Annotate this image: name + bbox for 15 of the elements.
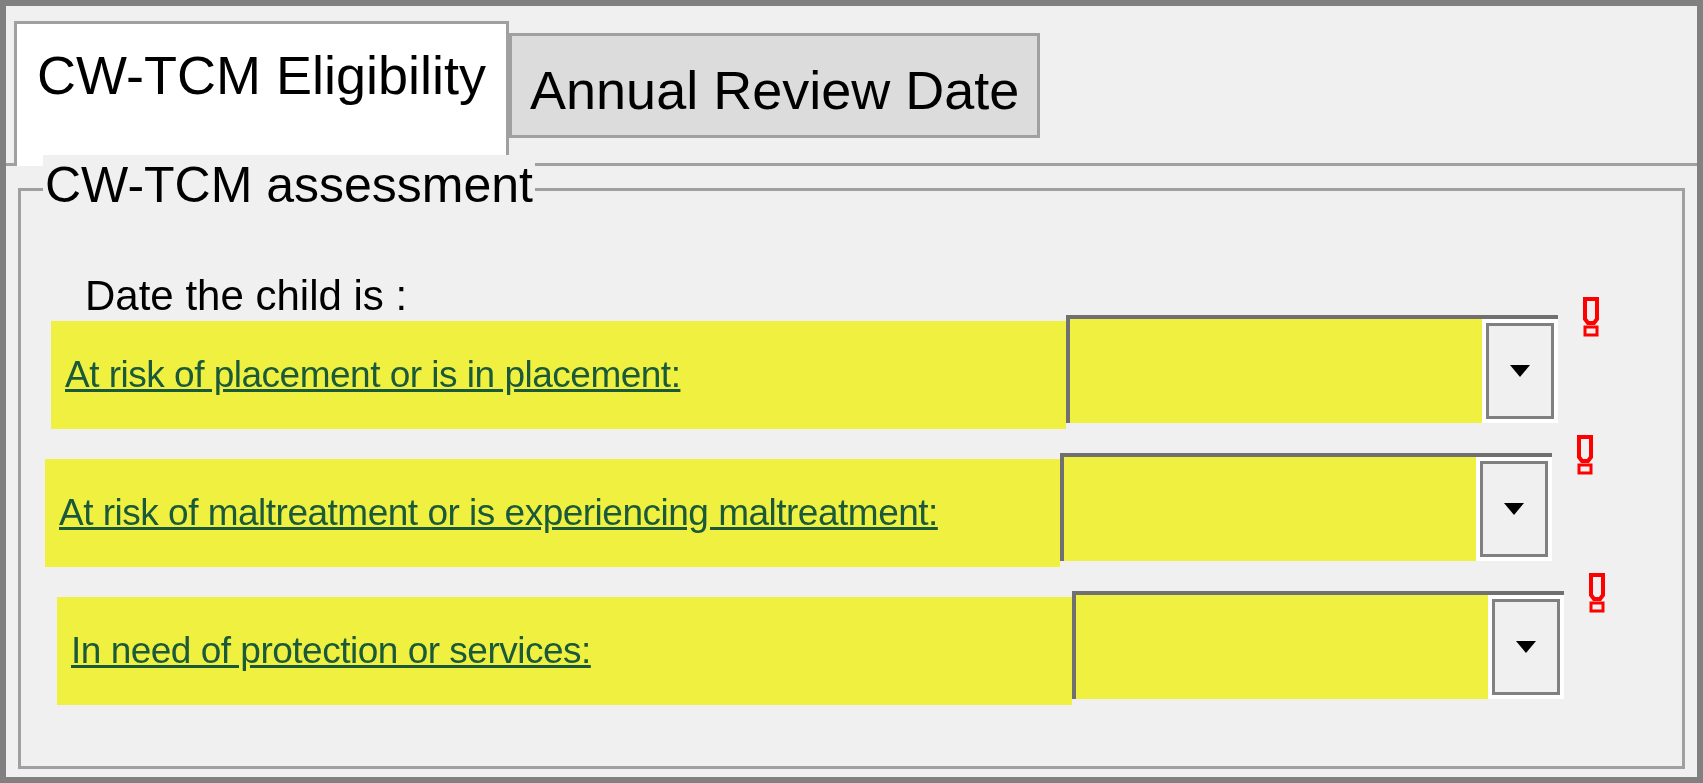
- dropdown-field[interactable]: [1066, 315, 1558, 423]
- dropdown-field[interactable]: [1060, 453, 1552, 561]
- dropdown-button[interactable]: [1486, 323, 1554, 419]
- field-label-link[interactable]: At risk of maltreatment or is experiencing maltreatment:: [45, 459, 1060, 567]
- field-label-link[interactable]: At risk of placement or is in placement:: [51, 321, 1066, 429]
- prompt-text: Date the child is :: [84, 271, 409, 321]
- dropdown-button[interactable]: [1480, 461, 1548, 557]
- field-label-link[interactable]: In need of protection or services:: [57, 597, 1072, 705]
- tab[interactable]: CW-TCM Eligibility: [14, 21, 509, 166]
- caret-icon: [1502, 501, 1526, 517]
- dropdown-field[interactable]: [1072, 591, 1564, 699]
- tab[interactable]: Annual Review Date: [509, 33, 1041, 138]
- caret-icon: [1514, 639, 1538, 655]
- dropdown-button[interactable]: [1492, 599, 1560, 695]
- caret-icon: [1508, 363, 1532, 379]
